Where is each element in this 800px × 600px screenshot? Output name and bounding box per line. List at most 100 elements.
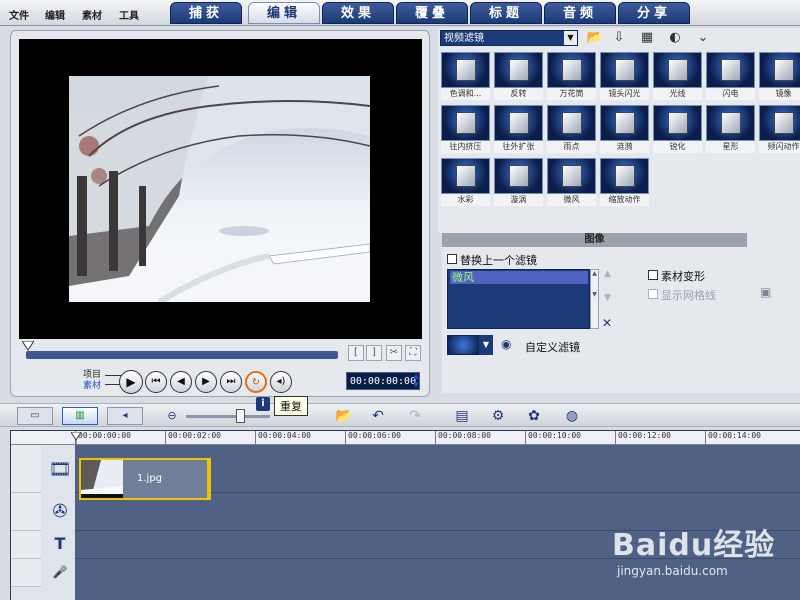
sort-icon[interactable]: ◐	[666, 30, 684, 46]
scrubber-handle-icon[interactable]	[22, 341, 34, 351]
filter-thumbnail[interactable]: 漩涡	[494, 158, 543, 206]
menu-clip[interactable]: 素材	[82, 7, 102, 22]
clip-trim-handle[interactable]	[207, 458, 211, 500]
storyboard-view-icon[interactable]: ▭	[17, 407, 53, 425]
filter-thumbnail[interactable]: 往内挤压	[441, 105, 490, 153]
voice-track-icon[interactable]: 🎤	[47, 559, 73, 585]
tab-overlay[interactable]: 覆叠	[396, 2, 468, 24]
ruler-tick-label: 00:00:00:00	[75, 431, 131, 445]
folder-icon[interactable]: 📂	[586, 30, 604, 46]
tab-edit[interactable]: 编辑	[248, 2, 320, 24]
repeat-icon[interactable]: ↻	[245, 371, 267, 393]
repeat-tooltip: 重复	[274, 396, 308, 416]
timeline-ruler[interactable]: 00:00:00:00 00:00:02:00 00:00:04:00 00:00:0…	[11, 431, 800, 445]
recording-capture-icon[interactable]: ▤	[452, 406, 472, 426]
move-down-icon[interactable]: ▼	[604, 293, 611, 303]
zoom-out-icon[interactable]: ⊖	[162, 406, 182, 426]
smart-proxy-icon[interactable]: ⚙	[488, 406, 508, 426]
filter-thumbnail[interactable]: 往外扩张	[494, 105, 543, 153]
tab-capture[interactable]: 捕获	[170, 2, 242, 24]
enlarge-preview-icon[interactable]: ⛶	[405, 345, 421, 361]
grid-options-icon[interactable]: ▣	[760, 285, 780, 301]
filter-thumbnail[interactable]: 微风	[547, 158, 596, 206]
tab-effect[interactable]: 效果	[322, 2, 394, 24]
custom-filter-icon[interactable]: ◉	[501, 337, 517, 353]
insert-media-icon[interactable]: 📂	[334, 406, 354, 426]
mix-audio-icon[interactable]: ◍	[562, 406, 582, 426]
previous-frame-icon[interactable]: ◀	[170, 371, 192, 393]
menu-tools[interactable]: 工具	[119, 7, 139, 22]
cube-icon	[456, 112, 476, 134]
zoom-slider-track[interactable]	[186, 415, 270, 418]
filter-thumbnail[interactable]: 星形	[706, 105, 755, 153]
filter-thumbnail[interactable]: 锐化	[653, 105, 702, 153]
delete-filter-icon[interactable]: ✕	[602, 316, 612, 330]
chevron-down-icon[interactable]: ▼	[564, 31, 577, 45]
undo-icon[interactable]: ↶	[368, 406, 388, 426]
video-track-icon[interactable]: 🎞	[47, 457, 73, 483]
playhead-icon[interactable]	[71, 432, 81, 444]
move-up-icon[interactable]: ▲	[604, 269, 611, 279]
library-manager-icon[interactable]: ▦	[638, 30, 656, 46]
filter-thumbnail[interactable]: 缩放动作	[600, 158, 649, 206]
overlay-track-icon[interactable]: ✇	[47, 499, 73, 525]
zoom-slider-thumb[interactable]	[236, 409, 245, 423]
expand-icon[interactable]: ⌄	[694, 30, 712, 46]
filter-thumbnail[interactable]: 水彩	[441, 158, 490, 206]
menu-edit[interactable]: 编辑	[45, 7, 65, 22]
watermark-url: jingyan.baidu.com	[617, 564, 728, 578]
filter-thumbnail[interactable]: 镜头闪光	[600, 52, 649, 100]
timecode-display[interactable]: 00:00:00:00	[346, 372, 420, 390]
auto-music-icon[interactable]: ✿	[524, 406, 544, 426]
applied-filter-item[interactable]: 微风	[450, 271, 588, 284]
filter-cube-icon	[653, 105, 702, 141]
filter-category-value: 视频滤镜	[444, 33, 484, 44]
custom-filter-label[interactable]: 自定义滤镜	[525, 339, 580, 355]
custom-filter-preview[interactable]	[447, 335, 479, 355]
timeline-clip[interactable]: 1.jpg	[79, 458, 211, 500]
go-end-icon[interactable]: ⏭	[220, 371, 242, 393]
filter-thumbnail[interactable]: 雨点	[547, 105, 596, 153]
filter-thumbnail[interactable]: 闪电	[706, 52, 755, 100]
applied-filter-list[interactable]: 微风	[447, 269, 590, 329]
options-tab-image[interactable]: 图像	[442, 233, 747, 247]
preview-screen	[19, 39, 422, 339]
filter-thumbnail[interactable]: 色调和...	[441, 52, 490, 100]
mark-out-button[interactable]: ]	[366, 345, 382, 361]
title-track-icon[interactable]: T	[47, 531, 73, 557]
filter-thumbnail-label: 往内挤压	[441, 141, 490, 153]
mark-in-button[interactable]: [	[348, 345, 364, 361]
filter-thumbnail[interactable]: 光线	[653, 52, 702, 100]
replace-last-filter-label: 替换上一个滤镜	[460, 254, 537, 267]
replace-last-filter-checkbox[interactable]	[447, 254, 457, 264]
split-clip-icon[interactable]: ✂	[386, 345, 402, 361]
filter-thumbnail[interactable]: 反转	[494, 52, 543, 100]
tab-title[interactable]: 标题	[470, 2, 542, 24]
mode-project-label[interactable]: 项目	[83, 370, 101, 381]
filter-thumbnail[interactable]: 频闪动作	[759, 105, 800, 153]
volume-icon[interactable]: ◂)	[270, 371, 292, 393]
filter-category-select[interactable]: 视频滤镜 ▼	[440, 30, 578, 46]
chevron-down-icon[interactable]: ▼	[479, 335, 493, 355]
play-icon[interactable]: ▶	[119, 370, 143, 394]
tab-share[interactable]: 分享	[618, 2, 690, 24]
tab-audio[interactable]: 音频	[544, 2, 616, 24]
mode-clip-label[interactable]: 素材	[83, 381, 101, 392]
filter-thumbnail-label: 镜头闪光	[600, 88, 649, 100]
filter-thumbnail[interactable]: 万花筒	[547, 52, 596, 100]
filter-thumbnail-label: 微风	[547, 194, 596, 206]
import-icon[interactable]: ⇩	[610, 30, 628, 46]
timecode-spinner-icon[interactable]: ▲ ▼	[411, 372, 421, 390]
next-frame-icon[interactable]: ▶	[195, 371, 217, 393]
audio-view-icon[interactable]: ◂	[107, 407, 143, 425]
filter-list-scrollbar[interactable]: ▲ ▼	[590, 269, 599, 329]
clip-transform-checkbox[interactable]	[648, 270, 658, 280]
filter-thumbnail[interactable]: 镜像	[759, 52, 800, 100]
filter-thumbnail[interactable]: 涟漪	[600, 105, 649, 153]
show-grid-checkbox[interactable]	[648, 289, 658, 299]
timeline-view-icon[interactable]: ▥	[62, 407, 98, 425]
preview-scrubber[interactable]	[22, 341, 338, 359]
menu-file[interactable]: 文件	[9, 7, 29, 22]
go-start-icon[interactable]: ⏮	[145, 371, 167, 393]
redo-icon[interactable]: ↷	[405, 406, 425, 426]
